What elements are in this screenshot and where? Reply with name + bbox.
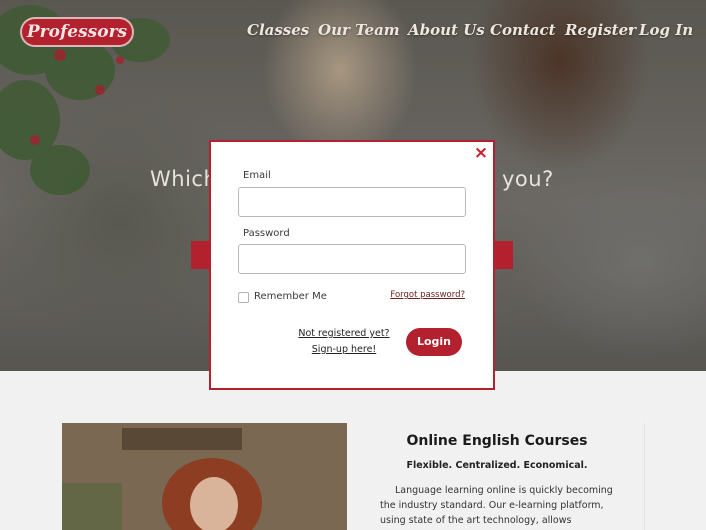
course-photo (62, 423, 347, 530)
nav-our-team[interactable]: Our Team (318, 21, 400, 39)
login-modal: × Email Password Remember Me Forgot pass… (209, 140, 495, 390)
nav-separator: • (627, 23, 635, 38)
forgot-password-link[interactable]: Forgot password? (390, 290, 465, 300)
main-nav: Classes Our Team About Us Contact Regist… (0, 21, 706, 45)
remember-me-checkbox[interactable] (238, 292, 249, 303)
nav-contact[interactable]: Contact (490, 21, 556, 39)
hero-title-left: Which (150, 167, 218, 191)
signup-line-1: Not registered yet? (298, 328, 390, 339)
password-field[interactable] (238, 244, 466, 274)
course-title: Online English Courses (406, 433, 588, 449)
course-subtitle: Flexible. Centralized. Economical. (406, 460, 588, 471)
nav-log-in[interactable]: Log In (639, 21, 693, 39)
email-label: Email (243, 170, 271, 181)
remember-me-label: Remember Me (254, 291, 327, 302)
signup-line-2: Sign-up here! (311, 344, 377, 355)
hero-title-right: you? (502, 167, 554, 191)
course-description: Language learning online is quickly beco… (380, 485, 613, 526)
email-field[interactable] (238, 187, 466, 217)
signup-link[interactable]: Not registered yet? Sign-up here! (287, 326, 401, 358)
course-photo-graphic (62, 423, 347, 530)
nav-classes[interactable]: Classes (247, 21, 309, 39)
close-icon[interactable]: × (473, 145, 489, 162)
nav-about-us[interactable]: About Us (408, 21, 485, 39)
password-label: Password (243, 228, 290, 239)
login-button[interactable]: Login (406, 328, 462, 356)
nav-register[interactable]: Register (565, 21, 636, 39)
card-divider (644, 423, 645, 530)
